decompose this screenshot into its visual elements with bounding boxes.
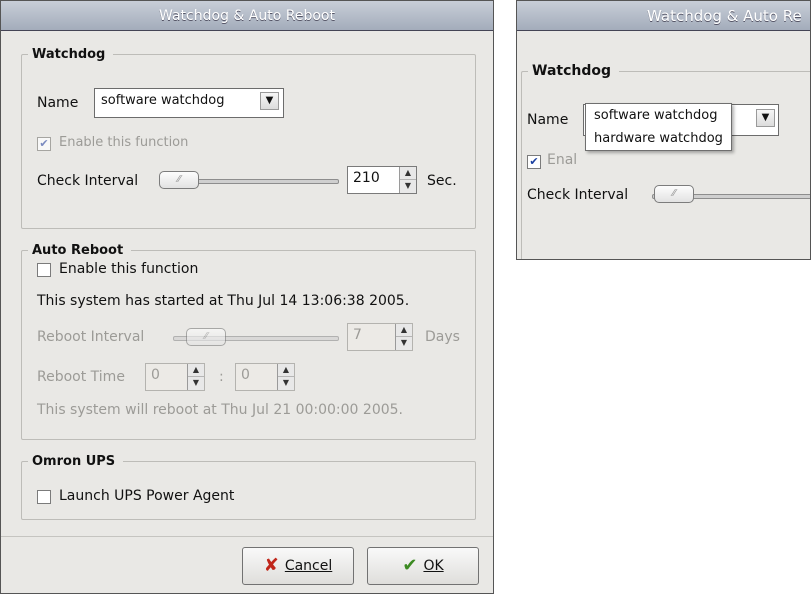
check-interval-spinbox[interactable]: 210 ▲ ▼ <box>347 166 417 194</box>
reboot-time-hour-value: 0 <box>151 367 160 383</box>
launch-ups-label: Launch UPS Power Agent <box>59 488 235 504</box>
reboot-time-minute-spinbox[interactable]: 0 ▲ ▼ <box>235 363 295 391</box>
watchdog-name-value: software watchdog <box>101 93 225 108</box>
reboot-interval-unit: Days <box>425 329 460 345</box>
inset-watchdog-legend: Watchdog <box>532 63 612 79</box>
omron-ups-legend: Omron UPS <box>32 454 116 469</box>
omron-ups-group: Omron UPS <box>21 454 476 520</box>
auto-reboot-enable-label: Enable this function <box>59 261 199 277</box>
reboot-time-label: Reboot Time <box>37 369 125 385</box>
ok-label: OK <box>423 558 444 574</box>
dropdown-option-software[interactable]: software watchdog <box>586 104 731 127</box>
spin-up-icon[interactable]: ▲ <box>278 364 294 377</box>
cancel-button[interactable]: ✘ Cancel <box>242 547 354 585</box>
check-interval-label: Check Interval <box>37 173 139 189</box>
auto-reboot-legend: Auto Reboot <box>32 243 124 258</box>
inset-enable-checkbox[interactable]: ✔ <box>527 155 541 169</box>
spin-down-icon[interactable]: ▼ <box>188 377 204 390</box>
spin-down-icon[interactable]: ▼ <box>396 337 412 350</box>
button-separator <box>1 536 493 537</box>
watchdog-name-combo[interactable]: software watchdog ▼ <box>94 88 284 118</box>
ok-checkmark-icon: ✔ <box>402 555 418 576</box>
reboot-interval-slider-thumb[interactable]: ⁄⁄ <box>186 328 226 346</box>
check-interval-slider-thumb[interactable]: ⁄⁄ <box>159 171 199 189</box>
launch-ups-checkbox[interactable] <box>37 490 51 504</box>
ok-button[interactable]: ✔ OK <box>367 547 479 585</box>
watchdog-enable-checkbox[interactable]: ✔ <box>37 137 51 151</box>
name-label: Name <box>37 95 79 111</box>
spin-up-icon[interactable]: ▲ <box>396 324 412 337</box>
dialog-title: Watchdog & Auto Reboot <box>1 1 493 31</box>
auto-reboot-enable-checkbox[interactable] <box>37 263 51 277</box>
spin-up-icon[interactable]: ▲ <box>188 364 204 377</box>
cancel-x-icon: ✘ <box>263 555 279 576</box>
watchdog-dropdown-menu: software watchdog hardware watchdog <box>585 103 732 151</box>
system-will-reboot-text: This system will reboot at Thu Jul 21 00… <box>37 402 403 418</box>
chevron-down-icon[interactable]: ▼ <box>756 109 775 127</box>
watchdog-dialog: Watchdog & Auto Reboot Watchdog Name sof… <box>0 0 494 594</box>
dropdown-option-hardware[interactable]: hardware watchdog <box>586 127 731 150</box>
inset-check-interval-label: Check Interval <box>527 187 629 203</box>
chevron-down-icon[interactable]: ▼ <box>260 92 279 110</box>
reboot-interval-label: Reboot Interval <box>37 329 145 345</box>
check-interval-value: 210 <box>353 170 380 186</box>
system-started-text: This system has started at Thu Jul 14 13… <box>37 293 410 309</box>
spin-down-icon[interactable]: ▼ <box>400 180 416 193</box>
inset-enable-label: Enal <box>547 152 578 168</box>
reboot-time-minute-value: 0 <box>241 367 250 383</box>
watchdog-enable-label: Enable this function <box>59 135 189 150</box>
check-interval-unit: Sec. <box>427 173 457 189</box>
inset-name-label: Name <box>527 112 569 128</box>
spin-down-icon[interactable]: ▼ <box>278 377 294 390</box>
reboot-time-hour-spinbox[interactable]: 0 ▲ ▼ <box>145 363 205 391</box>
inset-title: Watchdog & Auto Re <box>517 1 810 31</box>
watchdog-legend: Watchdog <box>32 47 106 62</box>
inset-slider-thumb[interactable]: ⁄⁄ <box>654 185 694 203</box>
spin-up-icon[interactable]: ▲ <box>400 167 416 180</box>
reboot-interval-spinbox[interactable]: 7 ▲ ▼ <box>347 323 413 351</box>
reboot-time-separator: : <box>219 369 224 385</box>
dropdown-inset-window: Watchdog & Auto Re Watchdog Name ▼ ✔ Ena… <box>516 0 811 260</box>
reboot-interval-value: 7 <box>353 327 362 343</box>
cancel-label: Cancel <box>284 558 333 574</box>
